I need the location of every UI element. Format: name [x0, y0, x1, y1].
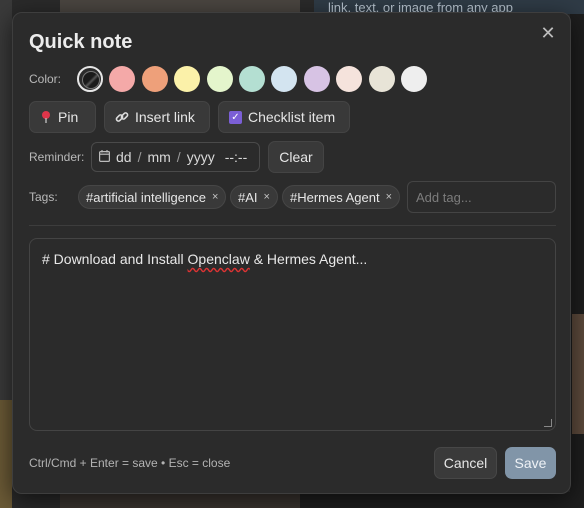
pushpin-icon	[40, 110, 52, 124]
save-button[interactable]: Save	[505, 447, 556, 479]
color-swatch[interactable]	[206, 66, 233, 92]
tag-label: #AI	[238, 189, 258, 205]
note-text-end: & Hermes Agent...	[249, 251, 368, 267]
cancel-button[interactable]: Cancel	[434, 447, 497, 479]
reminder-label: Reminder:	[29, 150, 85, 164]
tag-label: #Hermes Agent	[290, 189, 380, 205]
checkbox-icon: ✓	[229, 110, 242, 124]
tag-label: #artificial intelligence	[86, 189, 206, 205]
resize-handle-icon[interactable]	[544, 419, 552, 427]
link-icon	[115, 110, 129, 124]
note-text-start: # Download and Install	[42, 251, 188, 267]
remove-tag-icon[interactable]: ×	[264, 191, 270, 203]
tag-chip: #AI ×	[230, 185, 278, 209]
tags-label: Tags:	[29, 190, 58, 204]
clear-label: Clear	[279, 149, 313, 165]
background-left-image	[0, 400, 12, 508]
pin-label: Pin	[58, 109, 79, 125]
background-right-strip	[570, 14, 584, 508]
reminder-year[interactable]: yyyy	[187, 149, 215, 165]
tag-chip: #Hermes Agent ×	[282, 185, 401, 209]
insert-link-label: Insert link	[135, 109, 195, 125]
remove-tag-icon[interactable]: ×	[386, 191, 392, 203]
color-swatch[interactable]	[303, 66, 330, 92]
keyboard-hint: Ctrl/Cmd + Enter = save • Esc = close	[29, 456, 231, 470]
divider	[29, 225, 556, 226]
color-swatch[interactable]	[336, 66, 363, 92]
dialog-title: Quick note	[29, 31, 133, 53]
date-separator: /	[176, 149, 181, 165]
reminder-date-input[interactable]: dd / mm / yyyy --:--	[91, 142, 260, 172]
clear-reminder-button[interactable]: Clear	[268, 141, 324, 173]
insert-link-button[interactable]: Insert link	[104, 101, 210, 133]
quick-note-dialog: Quick note ✕ Color: Pin Insert link ✓ Ch…	[12, 12, 571, 494]
color-label: Color:	[29, 72, 62, 86]
background-bottom-image	[60, 492, 300, 508]
color-swatch[interactable]	[401, 66, 427, 92]
date-separator: /	[137, 149, 142, 165]
color-swatch[interactable]	[141, 66, 168, 92]
calendar-icon	[99, 149, 111, 165]
color-swatch[interactable]	[239, 66, 265, 92]
color-swatch[interactable]	[368, 66, 395, 92]
reminder-time[interactable]: --:--	[225, 149, 248, 165]
remove-tag-icon[interactable]: ×	[212, 191, 218, 203]
add-tag-input[interactable]	[407, 181, 556, 213]
close-icon[interactable]: ✕	[538, 23, 558, 43]
reminder-month[interactable]: mm	[147, 149, 170, 165]
checklist-item-label: Checklist item	[248, 109, 336, 125]
color-swatch[interactable]	[271, 66, 298, 92]
color-swatch[interactable]	[77, 66, 103, 92]
note-textarea[interactable]: # Download and Install Openclaw & Hermes…	[29, 238, 556, 431]
background-bottom-right	[300, 492, 570, 508]
color-swatch[interactable]	[109, 66, 136, 92]
reminder-day[interactable]: dd	[116, 149, 132, 165]
note-text-misspelled: Openclaw	[187, 251, 250, 267]
checklist-item-button[interactable]: ✓ Checklist item	[218, 101, 350, 133]
tag-chip: #artificial intelligence ×	[78, 185, 227, 209]
pin-button[interactable]: Pin	[29, 101, 96, 133]
color-swatch[interactable]	[174, 66, 201, 92]
